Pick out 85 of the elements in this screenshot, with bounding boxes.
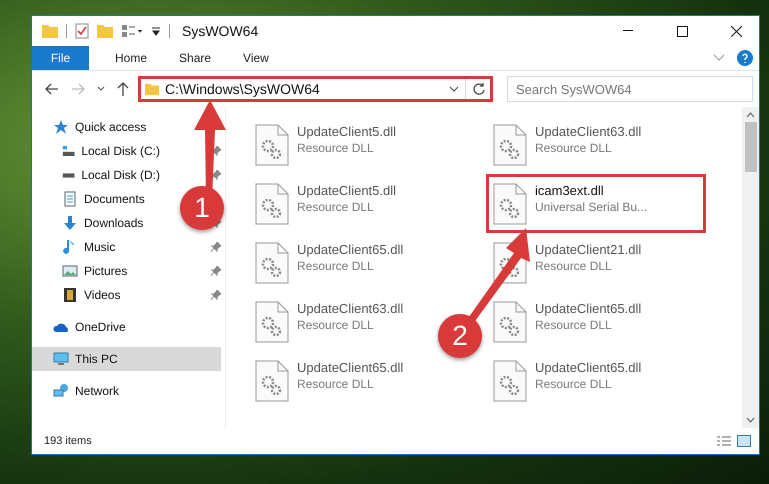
file-type: Resource DLL (535, 259, 613, 273)
file-item[interactable]: UpdateClient63.dll Resource DLL (486, 115, 648, 174)
star-icon (53, 119, 69, 135)
folder-icon (145, 82, 159, 96)
folder-icon (42, 24, 58, 38)
film-icon (62, 287, 78, 303)
file-name: UpdateClient5.dll (297, 183, 396, 198)
help-icon[interactable] (737, 50, 753, 66)
file-name: UpdateClient21.dll (535, 242, 642, 257)
details-view-icon[interactable] (717, 435, 731, 447)
sidebar-item[interactable]: Downloads (32, 211, 164, 235)
address-bar[interactable]: C:\Windows\SysWOW64 (138, 76, 493, 102)
window-title: SysWOW64 (182, 23, 260, 39)
file-type: Resource DLL (535, 377, 613, 391)
scrollbar-thumb[interactable] (744, 122, 756, 172)
file-name: UpdateClient65.dll (297, 242, 404, 257)
item-count: 193 items (44, 435, 93, 447)
file-name: UpdateClient65.dll (535, 360, 642, 375)
file-type: Resource DLL (297, 259, 375, 273)
file-item[interactable]: icam3ext.dll Universal Serial Bu... (486, 174, 706, 233)
drive-icon (62, 172, 76, 178)
ribbon-tab[interactable]: Share (163, 46, 228, 70)
file-name: UpdateClient65.dll (535, 301, 642, 316)
sidebar-item[interactable]: Documents (32, 187, 164, 211)
sidebar-item[interactable]: Quick access (32, 115, 164, 139)
document-icon (62, 191, 78, 207)
close-icon (730, 26, 742, 36)
file-item[interactable]: UpdateClient65.dll Resource DLL (486, 351, 648, 410)
scroll-down-icon[interactable] (746, 417, 755, 423)
expand-ribbon-icon[interactable] (713, 54, 725, 62)
file-gear-icon (255, 124, 289, 166)
file-type: Resource DLL (297, 200, 375, 214)
sidebar-item[interactable]: OneDrive (32, 315, 164, 339)
maximize-icon (676, 26, 688, 36)
file-name: UpdateClient63.dll (535, 124, 642, 139)
file-type: Resource DLL (297, 377, 375, 391)
file-item[interactable]: UpdateClient5.dll Resource DLL (248, 174, 404, 233)
sidebar-item[interactable]: Music (32, 235, 164, 259)
sidebar-item[interactable]: Pictures (32, 259, 164, 283)
sidebar-item[interactable]: Local Disk (D:) (32, 163, 164, 187)
file-gear-icon (255, 301, 289, 343)
file-gear-icon (255, 242, 289, 284)
file-gear-icon (493, 360, 527, 402)
file-type: Resource DLL (297, 318, 375, 332)
refresh-icon[interactable] (472, 82, 486, 96)
monitor-icon (53, 351, 69, 367)
new-folder-icon (97, 24, 113, 38)
file-name: icam3ext.dll (535, 183, 605, 198)
file-type: Resource DLL (535, 318, 613, 332)
search-field[interactable]: Search SysWOW64 (507, 76, 753, 102)
file-item[interactable]: UpdateClient65.dll Resource DLL (248, 351, 410, 410)
file-item[interactable]: UpdateClient65.dll Resource DLL (248, 233, 410, 292)
scrollbar[interactable] (742, 107, 759, 428)
file-name: UpdateClient5.dll (297, 124, 396, 139)
down-arrow-icon (62, 215, 78, 231)
dropdown-caret-icon[interactable] (449, 86, 459, 92)
picture-icon (62, 263, 78, 279)
file-name: UpdateClient65.dll (297, 360, 404, 375)
sidebar-item[interactable]: Local Disk (C:) (32, 139, 164, 163)
file-item[interactable]: UpdateClient5.dll Resource DLL (248, 115, 404, 174)
file-gear-icon (493, 301, 527, 343)
tiles-view-icon[interactable] (737, 435, 751, 447)
view-options-icon (121, 24, 143, 38)
file-type: Resource DLL (535, 141, 613, 155)
ribbon-tab[interactable]: View (227, 46, 285, 70)
minimize-icon (623, 30, 633, 32)
file-type: Universal Serial Bu... (535, 200, 648, 214)
file-menu-tab[interactable]: File (32, 46, 89, 70)
network-icon (53, 383, 69, 399)
sidebar-item[interactable]: This PC (32, 347, 221, 371)
file-gear-icon (493, 183, 527, 225)
sidebar-item[interactable]: Videos (32, 283, 164, 307)
sidebar-item[interactable]: Network (32, 379, 164, 403)
properties-icon (75, 23, 89, 39)
file-item[interactable]: UpdateClient65.dll Resource DLL (486, 292, 648, 351)
ribbon-tab[interactable]: Home (99, 46, 164, 70)
file-gear-icon (255, 360, 289, 402)
scroll-up-icon[interactable] (746, 112, 755, 118)
file-type: Resource DLL (297, 141, 375, 155)
file-gear-icon (255, 183, 289, 225)
file-item[interactable]: UpdateClient63.dll Resource DLL (248, 292, 410, 351)
dropdown-caret-icon (151, 26, 161, 36)
file-gear-icon (493, 124, 527, 166)
file-name: UpdateClient63.dll (297, 301, 404, 316)
drive-icon (62, 143, 76, 159)
